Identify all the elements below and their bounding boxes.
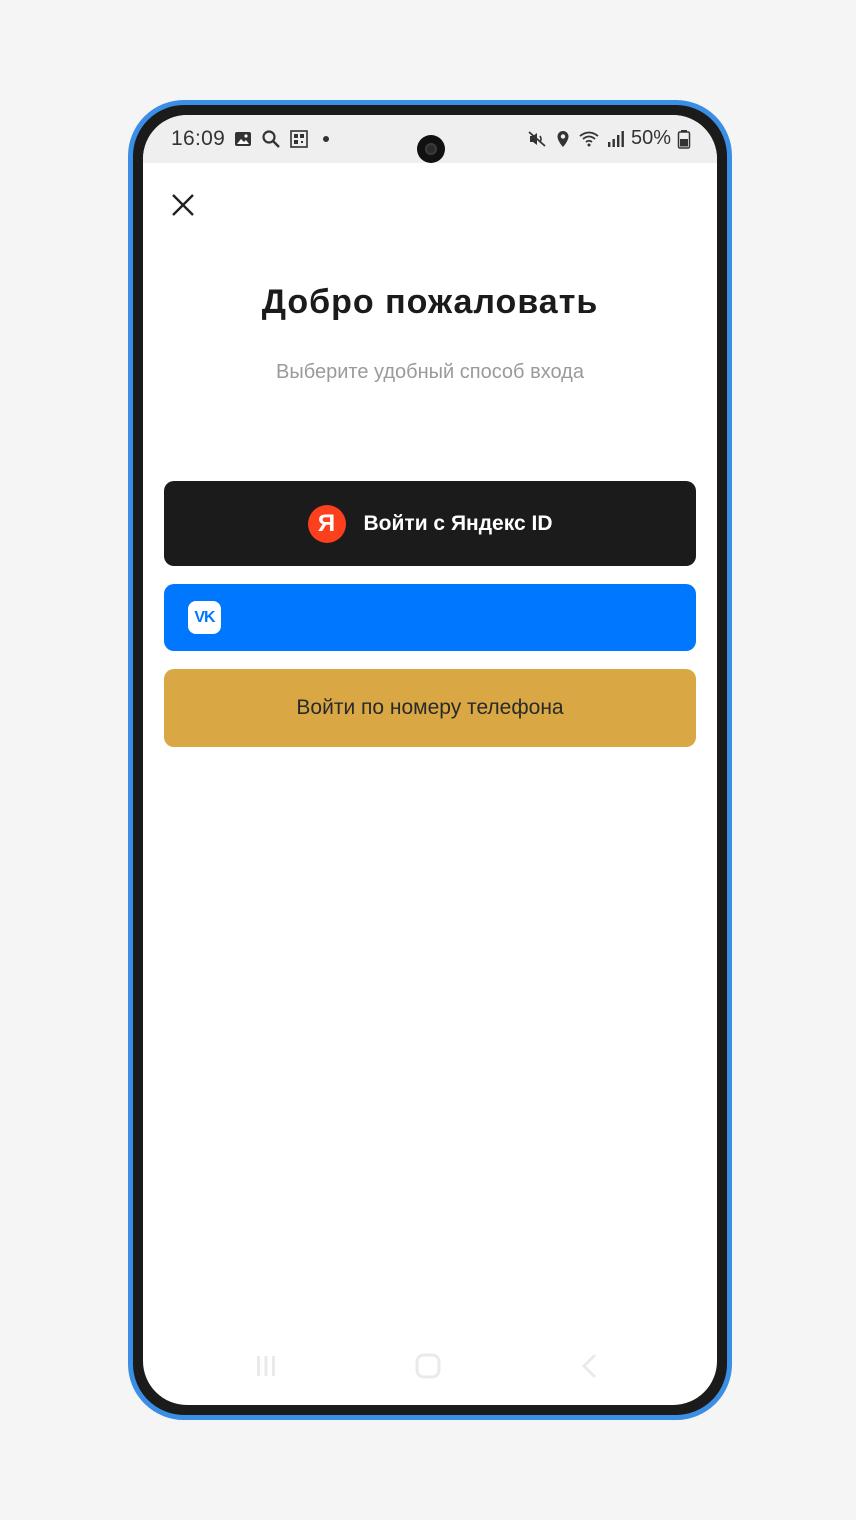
- status-left: 16:09: [171, 127, 330, 151]
- close-button[interactable]: [163, 185, 203, 225]
- vk-login-button[interactable]: VK: [164, 584, 696, 651]
- close-icon: [172, 194, 194, 216]
- recent-apps-button[interactable]: [249, 1349, 283, 1383]
- app-screen: 16:09 50% Добро пожаловать Выберите удоб…: [143, 115, 717, 1405]
- phone-frame: 16:09 50% Добро пожаловать Выберите удоб…: [128, 100, 732, 1420]
- front-camera: [417, 135, 445, 163]
- back-icon: [581, 1353, 597, 1379]
- mute-icon: [527, 129, 547, 149]
- battery-percent: 50%: [630, 127, 671, 149]
- home-button[interactable]: [411, 1349, 445, 1383]
- location-icon: [553, 129, 573, 149]
- phone-login-button[interactable]: Войти по номеру телефона: [164, 669, 696, 747]
- yandex-logo-icon: Я: [307, 504, 346, 543]
- status-time: 16:09: [171, 127, 226, 150]
- vk-logo-icon: VK: [188, 601, 221, 634]
- navigation-bar: [143, 1341, 717, 1391]
- gallery-icon: [233, 129, 253, 149]
- status-right: 50%: [527, 127, 691, 150]
- wifi-icon: [579, 129, 599, 149]
- yandex-login-button[interactable]: Я Войти с Яндекс ID: [164, 481, 696, 566]
- yandex-login-label: Войти с Яндекс ID: [363, 511, 553, 535]
- status-bar: 16:09 50%: [143, 115, 717, 163]
- home-icon: [415, 1353, 441, 1379]
- signal-icon: [605, 129, 625, 149]
- page-title: Добро пожаловать: [261, 283, 599, 321]
- search-icon: [261, 129, 281, 149]
- recent-apps-icon: [257, 1356, 275, 1376]
- back-button[interactable]: [573, 1349, 607, 1383]
- qr-icon: [289, 129, 309, 149]
- page-subtitle: Выберите удобный способ входа: [276, 361, 584, 383]
- phone-login-label: Войти по номеру телефона: [296, 696, 564, 719]
- notification-dot: [323, 136, 330, 142]
- battery-icon: [677, 129, 691, 149]
